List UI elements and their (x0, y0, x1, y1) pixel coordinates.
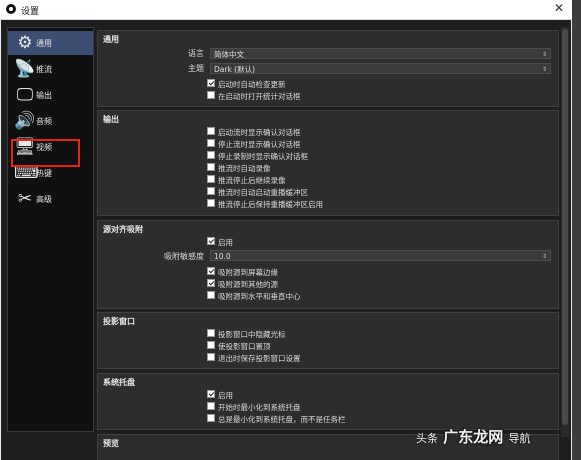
group-title: 投影窗口 (103, 317, 135, 326)
checkbox-label: 开始时最小化到系统托盘 (218, 403, 301, 412)
checkbox-box[interactable] (207, 291, 215, 299)
group-system-tray: 系统托盘 启用 开始时最小化到系统托盘 总是最小化到系统托盘，而不是任务栏 (97, 373, 559, 430)
checkbox-box[interactable] (207, 163, 215, 171)
sidebar-item-label: 热键 (36, 169, 52, 178)
checkbox-label: 启动流时显示确认对话框 (218, 128, 301, 137)
checkbox-label: 推流停止后继续录像 (218, 176, 286, 185)
sidebar-item-label: 高级 (36, 195, 52, 204)
checkbox-label: 启用 (218, 238, 233, 247)
checkbox-label: 退出时保存投影窗口设置 (218, 354, 301, 363)
watermark-main: 广东龙网 (443, 428, 504, 446)
title-bar: 设置 ✕ (0, 0, 572, 20)
settings-content: 通用 语言 简体中文 ⇕ 主题 Dark (默认) ⇕ 启动时自动检查更新 在启… (97, 27, 559, 460)
sidebar-item-audio[interactable]: 🔊 音频 (8, 109, 93, 133)
sensitivity-spinbox[interactable]: 10.0 ⇕ (210, 250, 551, 261)
group-general: 通用 语言 简体中文 ⇕ 主题 Dark (默认) ⇕ 启动时自动检查更新 在启… (97, 30, 559, 107)
checkbox-box[interactable] (207, 341, 215, 349)
checkbox-box[interactable] (207, 329, 215, 337)
checkbox-box[interactable] (207, 139, 215, 147)
sidebar-item-output[interactable]: 🖵 输出 (8, 83, 93, 107)
theme-value: Dark (默认) (214, 65, 256, 74)
watermark-suffix: 导航 (508, 432, 531, 445)
checkbox-label: 停止流时显示确认对话框 (218, 140, 301, 149)
checkbox-label: 吸附源到屏幕边缘 (218, 268, 278, 277)
sidebar-item-advanced[interactable]: ✂ 高级 (8, 187, 93, 211)
sidebar-item-general[interactable]: ⚙ 通用 (8, 31, 93, 55)
checkbox-box[interactable] (207, 279, 215, 287)
obs-logo-icon (6, 4, 16, 14)
checkbox-label: 推流时自动录像 (218, 164, 271, 173)
close-icon[interactable]: ✕ (554, 1, 564, 15)
sidebar-item-label: 音频 (36, 117, 52, 126)
monitor-output-icon: 🖵 (16, 85, 34, 105)
sidebar-item-label: 推流 (36, 65, 52, 74)
checkbox-label: 吸附源到其他的源 (218, 280, 278, 289)
checkbox-box[interactable] (207, 267, 215, 275)
gear-icon: ⚙ (17, 33, 33, 53)
checkbox-box[interactable] (207, 175, 215, 183)
checkbox-box[interactable] (207, 402, 215, 410)
checkbox-box[interactable] (207, 199, 215, 207)
group-title: 预览 (103, 439, 119, 448)
language-select[interactable]: 简体中文 ⇕ (210, 48, 551, 59)
content-scrollbar[interactable] (561, 27, 569, 437)
speaker-icon: 🔊 (14, 111, 36, 131)
checkbox-label: 推流停止后保持重播缓冲区启用 (218, 200, 323, 209)
group-projectors: 投影窗口 投影窗口中隐藏光标 使投影窗口置顶 退出时保存投影窗口设置 (97, 312, 559, 369)
checkbox-box[interactable] (207, 79, 215, 87)
settings-sidebar: ⚙ 通用 📡 推流 🖵 输出 🔊 音频 🖥 视频 ⌨ 热键 ✂ 高级 (7, 27, 94, 432)
checkbox-label: 使投影窗口置顶 (218, 342, 271, 351)
highlight-box (11, 139, 80, 167)
tools-icon: ✂ (17, 189, 33, 209)
checkbox-label: 启动时自动检查更新 (218, 80, 286, 89)
group-title: 源对齐吸附 (103, 225, 143, 234)
sensitivity-value: 10.0 (214, 252, 231, 261)
chevron-updown-icon: ⇕ (541, 51, 547, 58)
checkbox-box[interactable] (207, 353, 215, 361)
desktop-background (572, 0, 581, 460)
checkbox-box[interactable] (207, 127, 215, 135)
group-snapping: 源对齐吸附 启用 吸附敏感度 10.0 ⇕ 吸附源到屏幕边缘 吸附源到其他的源 … (97, 220, 559, 309)
language-label: 语言 (188, 49, 204, 58)
checkbox-box[interactable] (207, 237, 215, 245)
watermark: 头条 广东龙网 导航 (416, 426, 530, 447)
checkbox-box[interactable] (207, 187, 215, 195)
checkbox-box[interactable] (207, 91, 215, 99)
group-title: 输出 (103, 115, 119, 124)
checkbox-label: 在启动时打开统计对话框 (218, 92, 301, 101)
group-output: 输出 启动流时显示确认对话框 停止流时显示确认对话框 停止录制时显示确认对话框 … (97, 110, 559, 216)
checkbox-box[interactable] (207, 414, 215, 422)
watermark-prefix: 头条 (416, 432, 438, 445)
settings-window: 设置 ✕ ⚙ 通用 📡 推流 🖵 输出 🔊 音频 🖥 视频 ⌨ 热键 ✂ 高级 … (0, 0, 572, 460)
checkbox-box[interactable] (207, 390, 215, 398)
group-title: 通用 (103, 35, 119, 44)
sensitivity-label: 吸附敏感度 (164, 252, 204, 261)
spin-arrows-icon[interactable]: ⇕ (542, 251, 547, 262)
checkbox-label: 吸附源到水平和垂直中心 (218, 292, 301, 301)
chevron-updown-icon: ⇕ (541, 66, 547, 73)
settings-client: ⚙ 通用 📡 推流 🖵 输出 🔊 音频 🖥 视频 ⌨ 热键 ✂ 高级 通用 语言… (1, 20, 571, 460)
checkbox-box[interactable] (207, 151, 215, 159)
language-value: 简体中文 (214, 50, 244, 59)
sidebar-item-stream[interactable]: 📡 推流 (8, 57, 93, 81)
group-title: 系统托盘 (103, 378, 135, 387)
checkbox-label: 总是最小化到系统托盘，而不是任务栏 (218, 415, 346, 424)
checkbox-label: 投影窗口中隐藏光标 (218, 330, 286, 339)
sidebar-item-label: 通用 (36, 39, 52, 48)
theme-label: 主题 (188, 64, 204, 73)
antenna-icon: 📡 (14, 59, 36, 79)
scrollbar-thumb[interactable] (562, 29, 568, 425)
theme-select[interactable]: Dark (默认) ⇕ (210, 63, 551, 74)
checkbox-label: 启用 (218, 391, 233, 400)
sidebar-item-label: 输出 (36, 91, 52, 100)
checkbox-label: 停止录制时显示确认对话框 (218, 152, 308, 161)
window-title: 设置 (21, 7, 40, 17)
checkbox-label: 推流时自动启动重播缓冲区 (218, 188, 308, 197)
